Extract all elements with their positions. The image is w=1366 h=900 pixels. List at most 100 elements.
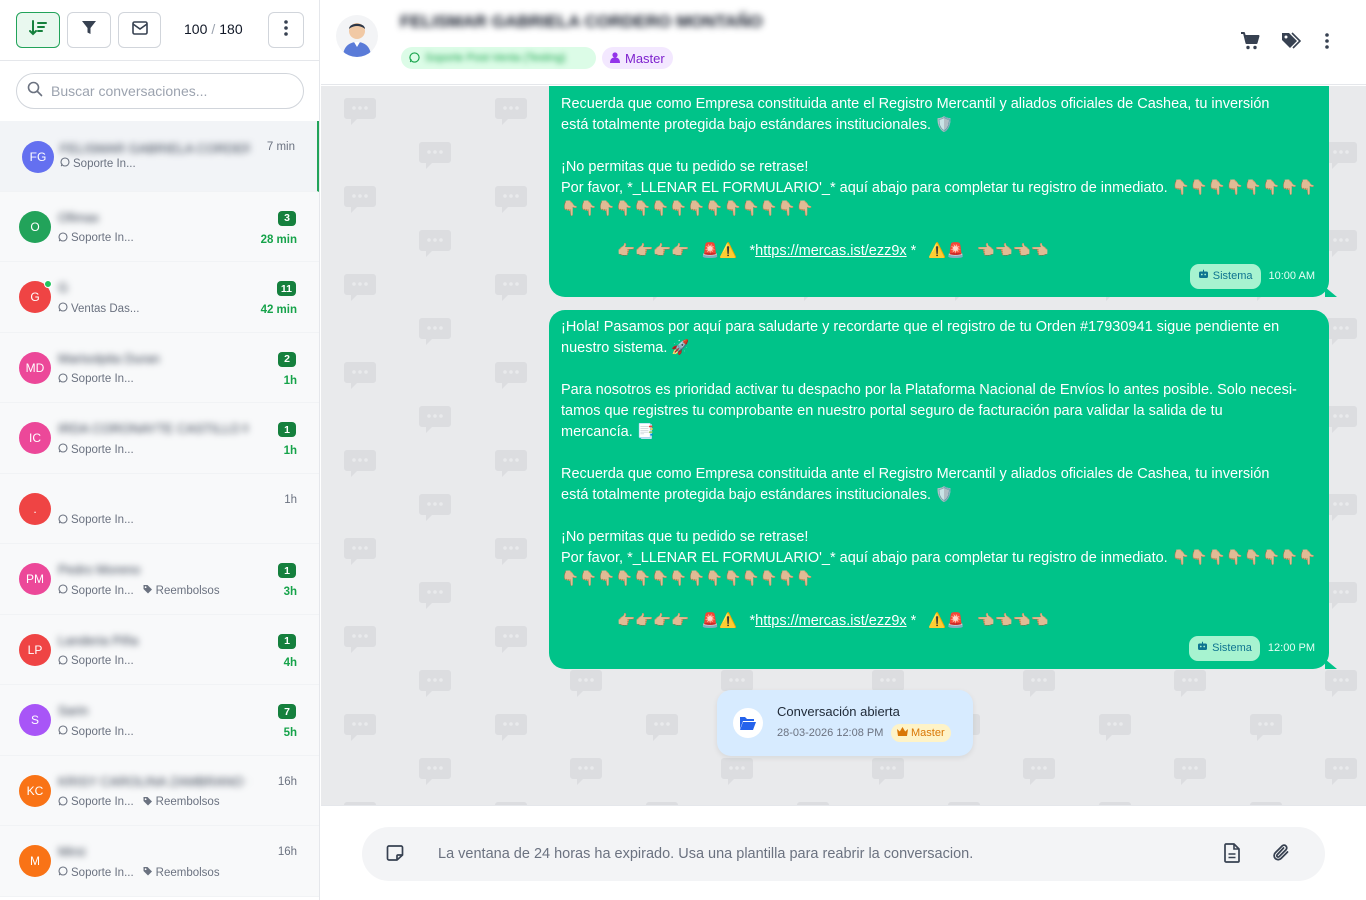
- message-text-line: Por favor, *_LLENAR EL FORMULARIO'_* aqu…: [561, 180, 1317, 196]
- message-text-line: ¡No permitas que tu pedido se retrase!: [561, 529, 809, 545]
- conversation-meta: Soporte In... Reembolsos: [58, 584, 220, 597]
- conversation-item[interactable]: KC KRISY CAROLINA ZAMBRANO G... Soporte In…: [0, 755, 319, 826]
- message-link[interactable]: https://mercas.ist/ezz9x: [755, 613, 907, 629]
- event-role-label: Master: [911, 727, 945, 739]
- contact-name: FELISMAR GABRIELA CORDERO MONTAÑO: [60, 141, 250, 156]
- attachment-icon[interactable]: [1272, 843, 1292, 868]
- whatsapp-icon: [58, 795, 68, 809]
- sender-label: Sistema: [1212, 642, 1252, 654]
- pattern-chat-icon: [344, 98, 376, 125]
- contact-name: Marisolpita Duran: [58, 350, 160, 366]
- composer-placeholder: La ventana de 24 horas ha expirado. Usa …: [438, 846, 974, 862]
- whatsapp-icon: [58, 443, 68, 456]
- conversation-item[interactable]: IC IRDA CORONAYTE CASTILLO MIRE... Soporte…: [0, 403, 319, 474]
- conversation-item[interactable]: O Ofimax Soporte In... 3 28 min: [0, 191, 319, 262]
- pattern-chat-icon: [1325, 670, 1357, 697]
- mail-icon: [131, 20, 148, 40]
- note-icon[interactable]: [386, 844, 404, 867]
- tags-icon[interactable]: [1281, 31, 1302, 56]
- unread-badge: 11: [276, 281, 296, 296]
- filter-button[interactable]: [67, 12, 111, 48]
- message-time: 12:00 PM: [1267, 642, 1315, 654]
- message-area[interactable]: Recuerda que como Empresa constituida an…: [321, 86, 1366, 805]
- conversation-item[interactable]: . Soporte In... 1h: [0, 473, 319, 544]
- pattern-chat-icon: [419, 670, 451, 697]
- pattern-chat-icon: [570, 670, 602, 697]
- link-suffix: * ⚠️🚨 👈🏼👈🏼👈🏼👈🏼: [906, 243, 1049, 259]
- chat-header: FELISMAR GABRIELA CORDERO MONTAÑO Soport…: [321, 0, 1366, 85]
- conversation-meta: Soporte In...: [58, 513, 134, 527]
- contact-name: Pedro Moreno: [58, 562, 141, 577]
- conversation-item[interactable]: PM Pedro Moreno Soporte In... Reembolsos 1 3h: [0, 544, 319, 615]
- search-input[interactable]: [51, 83, 281, 99]
- message-text-line: Para nosotros es prioridad activar tu de…: [561, 382, 1297, 398]
- conversation-item[interactable]: M Mirsi Soporte In... Reembolsos 16h: [0, 826, 319, 897]
- count-shown: 100: [184, 21, 208, 37]
- tag-label: Reembolsos: [155, 866, 220, 879]
- sender-badge: Sistema: [1189, 636, 1260, 661]
- conversation-meta: Soporte In...: [58, 231, 134, 245]
- contact-name: Landeria Piña: [58, 632, 139, 648]
- contact-name: G: [58, 280, 69, 295]
- pattern-chat-icon: [1325, 494, 1357, 521]
- pattern-chat-icon: [344, 714, 376, 741]
- pattern-chat-icon: [1325, 758, 1357, 785]
- message-meta: Sistema 10:00 AM: [1189, 264, 1315, 289]
- message-text-line: Recuerda que como Empresa constituida an…: [561, 466, 1270, 482]
- sidebar-more-button[interactable]: [268, 12, 304, 48]
- message-link[interactable]: https://mercas.ist/ezz9x: [755, 243, 907, 259]
- conversation-time: 1h: [283, 374, 297, 387]
- sidebar-toolbar: 100/180: [0, 0, 319, 61]
- contact-name: Mirsi: [58, 844, 86, 859]
- tag-icon: [143, 866, 153, 879]
- pattern-chat-icon: [495, 714, 527, 741]
- contact-avatar[interactable]: [336, 15, 378, 57]
- conversation-meta: Soporte In...: [58, 372, 134, 386]
- conversation-tag: Reembolsos: [143, 796, 220, 809]
- channel-name: Soporte In...: [71, 514, 134, 526]
- whatsapp-icon: [58, 654, 68, 668]
- link-prefix: 👉🏼👉🏼👉🏼👉🏼 🚨⚠️ *: [617, 613, 756, 629]
- avatar: MD: [19, 351, 51, 384]
- cart-icon[interactable]: [1240, 31, 1260, 56]
- mail-filter-button[interactable]: [118, 12, 161, 48]
- conversation-sidebar: 100/180 FG FELISMAR GABRIELA CORDERO MONT…: [0, 0, 320, 900]
- whatsapp-icon: [58, 584, 68, 597]
- channel-name: Soporte In...: [71, 232, 134, 244]
- channel-name: Ventas Das...: [71, 302, 140, 315]
- conversation-item[interactable]: LP Landeria Piña Soporte In... 1 4h: [0, 614, 319, 685]
- pattern-chat-icon: [1174, 670, 1206, 697]
- sort-button[interactable]: [16, 12, 60, 48]
- conversation-item[interactable]: S Sarin Soporte In... 7 5h: [0, 685, 319, 756]
- conversation-time: 42 min: [260, 304, 297, 316]
- conversation-item[interactable]: MD Marisolpita Duran Soporte In... 2 1h: [0, 332, 319, 403]
- message-link-line: 👉🏼👉🏼👉🏼👉🏼 🚨⚠️ *https://mercas.ist/ezz9x *…: [561, 241, 1317, 262]
- more-vertical-icon[interactable]: [1325, 33, 1329, 54]
- pattern-chat-icon: [419, 758, 451, 785]
- conversation-time: 5h: [283, 727, 297, 739]
- sender-label: Sistema: [1212, 270, 1253, 282]
- sort-icon: [29, 19, 47, 42]
- folder-open-icon: [733, 708, 763, 738]
- pattern-chat-icon: [344, 186, 376, 213]
- channel-name: Soporte In...: [73, 157, 136, 170]
- conversation-meta: Ventas Das...: [58, 302, 139, 315]
- pattern-chat-icon: [495, 450, 527, 477]
- robot-icon: [1197, 638, 1208, 659]
- composer-box[interactable]: La ventana de 24 horas ha expirado. Usa …: [362, 827, 1325, 881]
- avatar: LP: [19, 633, 51, 666]
- whatsapp-icon: [58, 231, 68, 245]
- pattern-chat-icon: [1325, 318, 1357, 345]
- template-icon[interactable]: [1224, 843, 1240, 868]
- conversation-item[interactable]: G G Ventas Das... 11 42 min: [0, 262, 319, 333]
- message-text-line: 👇🏼👇🏼👇🏼👇🏼👇🏼👇🏼👇🏼👇🏼👇🏼👇🏼👇🏼👇🏼👇🏼👇🏼: [561, 201, 814, 217]
- robot-icon: [1198, 266, 1209, 287]
- message-bubble: Recuerda que como Empresa constituida an…: [549, 86, 1337, 297]
- pattern-chat-icon: [1325, 142, 1357, 169]
- unread-badge: 2: [278, 351, 296, 367]
- pattern-chat-icon: [1023, 670, 1055, 697]
- conversation-item[interactable]: FG FELISMAR GABRIELA CORDERO MONTAÑOSopor…: [0, 121, 319, 192]
- pattern-chat-icon: [419, 318, 451, 345]
- contact-name: FELISMAR GABRIELA CORDERO MONTAÑO: [400, 12, 763, 31]
